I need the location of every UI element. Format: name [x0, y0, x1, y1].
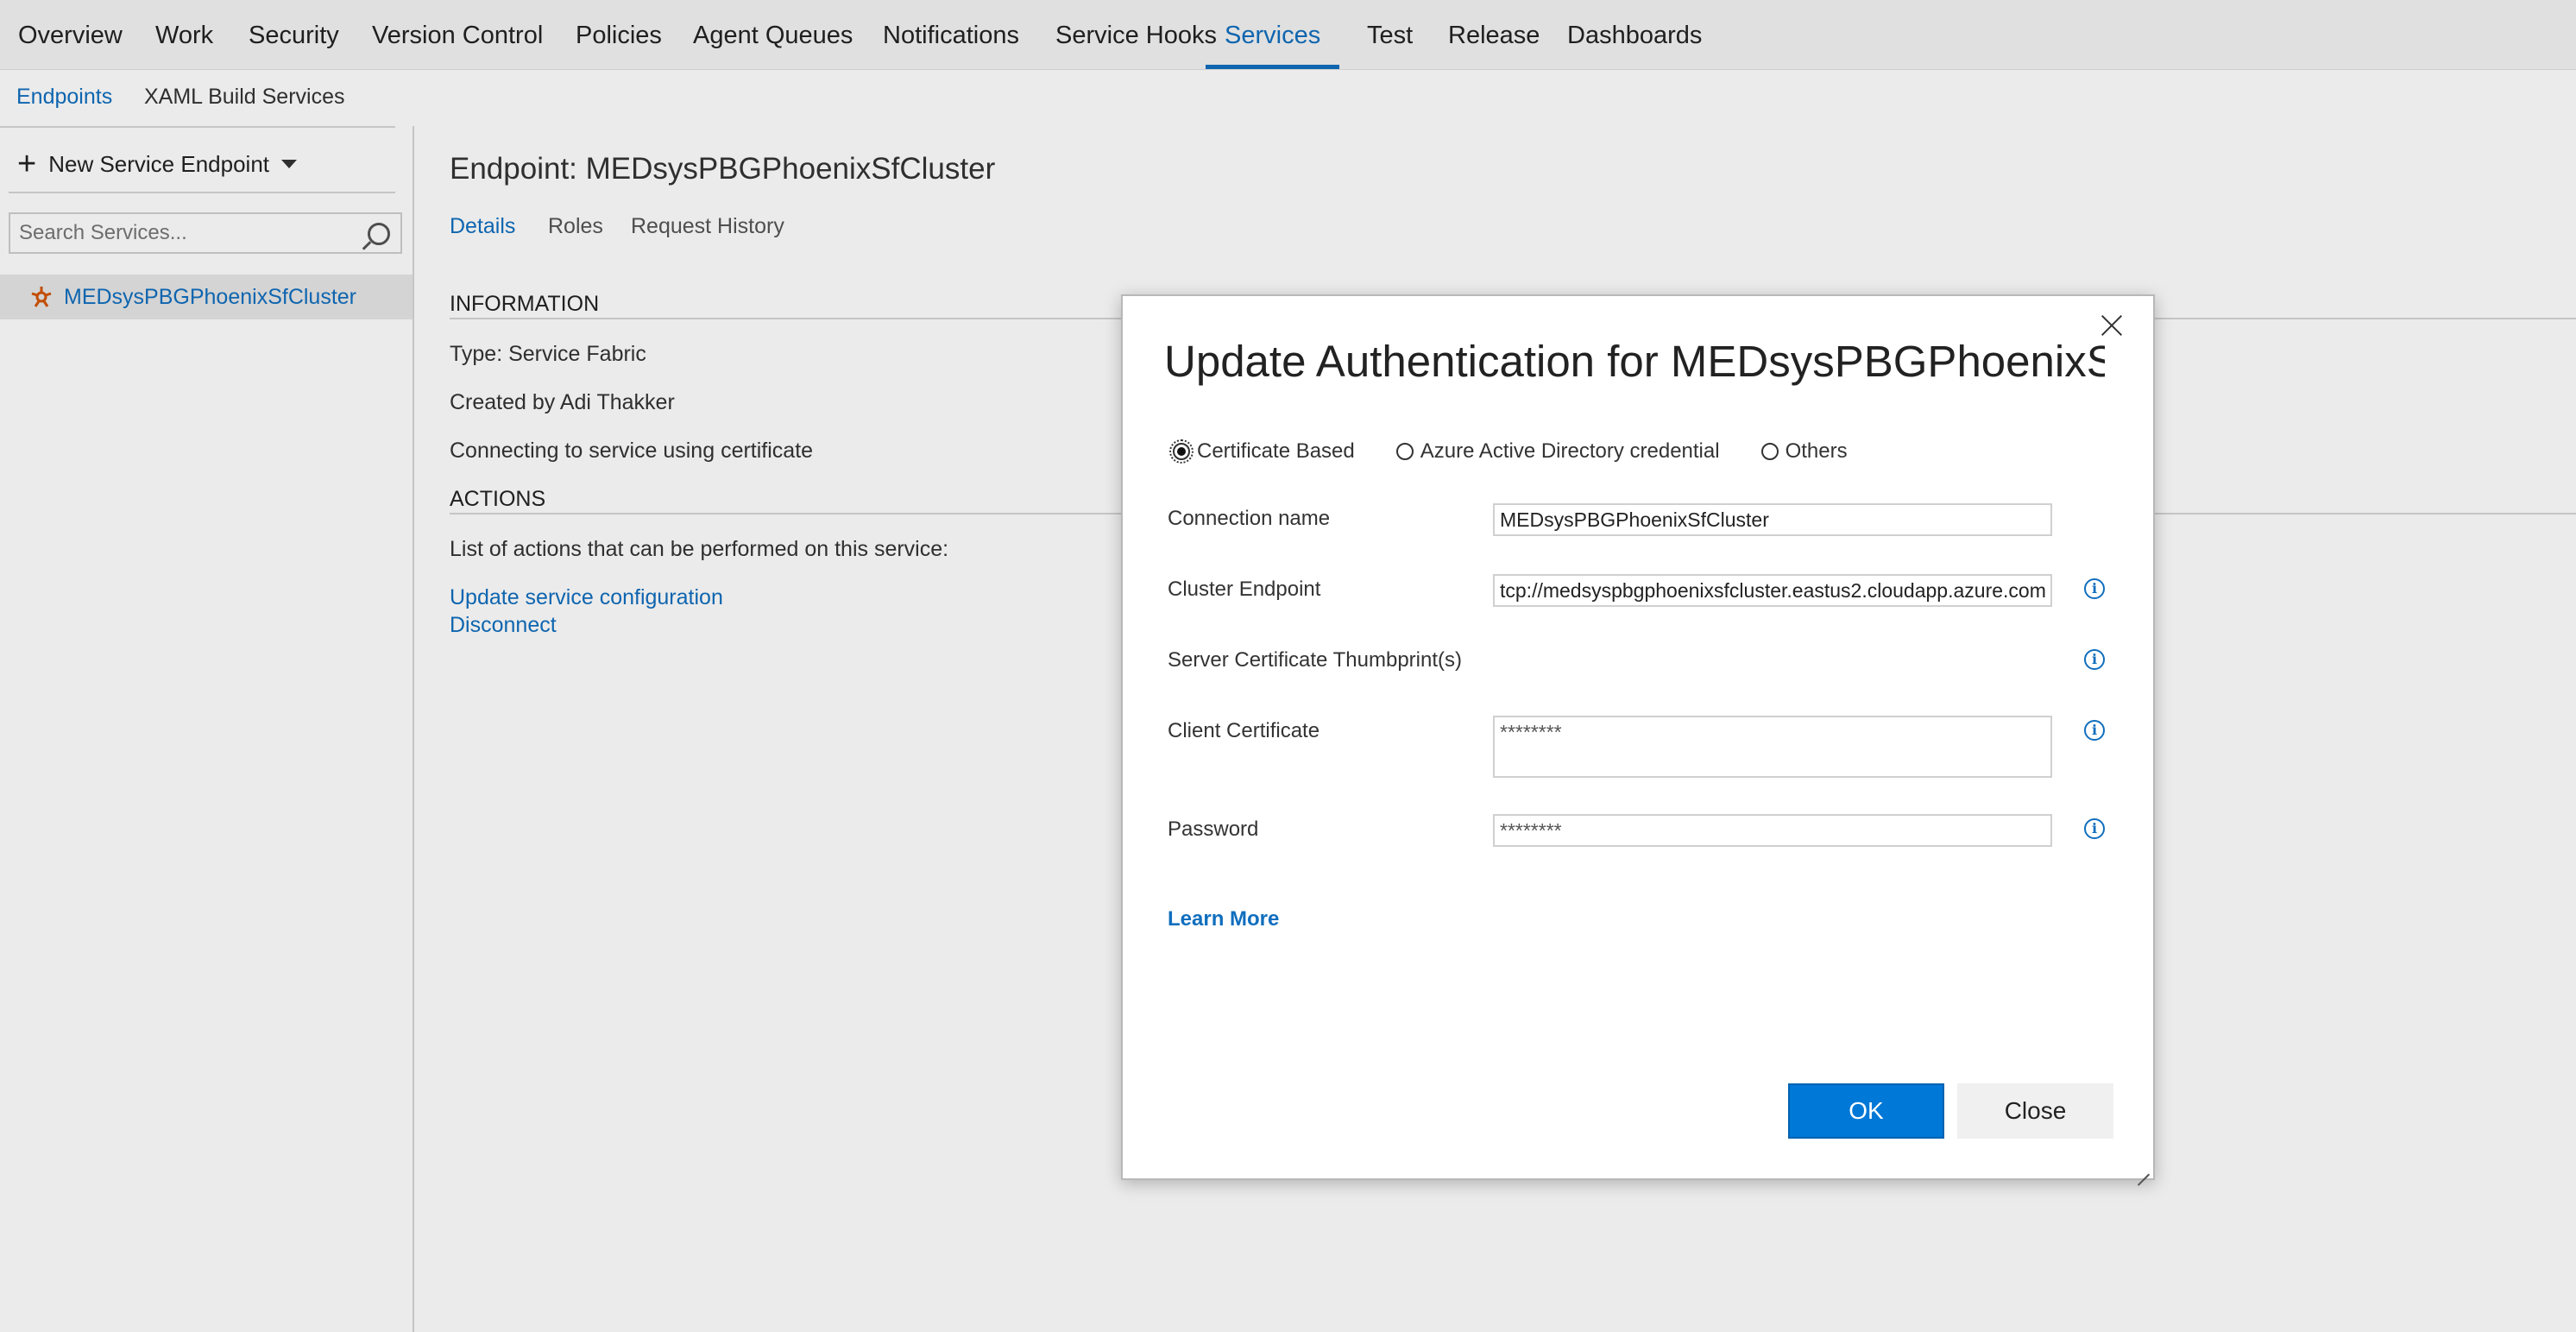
update-authentication-dialog: Update Authentication for MEDsysPBGPhoen…	[1121, 294, 2155, 1180]
radio-label: Azure Active Directory credential	[1420, 439, 1720, 463]
client-certificate-label: Client Certificate	[1168, 719, 1320, 742]
info-icon[interactable]: i	[2084, 818, 2105, 839]
cluster-endpoint-field[interactable]	[1495, 576, 2050, 605]
connection-name-label: Connection name	[1168, 507, 1331, 530]
password-label: Password	[1168, 818, 1259, 841]
radio-checked-icon	[1169, 439, 1194, 464]
radio-certificate-based[interactable]: Certificate Based	[1169, 439, 1355, 464]
password-field[interactable]	[1495, 816, 2050, 845]
radio-label: Certificate Based	[1197, 439, 1355, 463]
client-certificate-field[interactable]	[1495, 717, 2050, 776]
auth-type-radio-group: Certificate Based Azure Active Directory…	[1169, 439, 1889, 464]
password-field-box	[1493, 814, 2052, 847]
resize-grip-icon[interactable]	[2134, 1159, 2150, 1175]
cluster-endpoint-label: Cluster Endpoint	[1168, 578, 1321, 601]
info-icon[interactable]: i	[2084, 649, 2105, 670]
dialog-title: Update Authentication for MEDsysPBGPhoen…	[1164, 337, 2105, 386]
connection-name-field[interactable]	[1495, 505, 2050, 534]
radio-unchecked-icon	[1395, 443, 1414, 460]
info-icon[interactable]: i	[2084, 578, 2105, 599]
learn-more-link[interactable]: Learn More	[1168, 907, 1279, 931]
radio-label: Others	[1785, 439, 1848, 463]
radio-unchecked-icon	[1760, 443, 1779, 460]
connection-name-field-box	[1493, 503, 2052, 536]
close-button[interactable]: Close	[1957, 1083, 2113, 1139]
server-thumbprint-label: Server Certificate Thumbprint(s)	[1168, 648, 1462, 672]
client-certificate-field-box	[1493, 716, 2052, 778]
radio-others[interactable]: Others	[1760, 439, 1848, 464]
info-icon[interactable]: i	[2084, 720, 2105, 741]
radio-azure-ad-credential[interactable]: Azure Active Directory credential	[1395, 439, 1720, 464]
cluster-endpoint-field-box	[1493, 574, 2052, 607]
ok-button[interactable]: OK	[1788, 1083, 1944, 1139]
